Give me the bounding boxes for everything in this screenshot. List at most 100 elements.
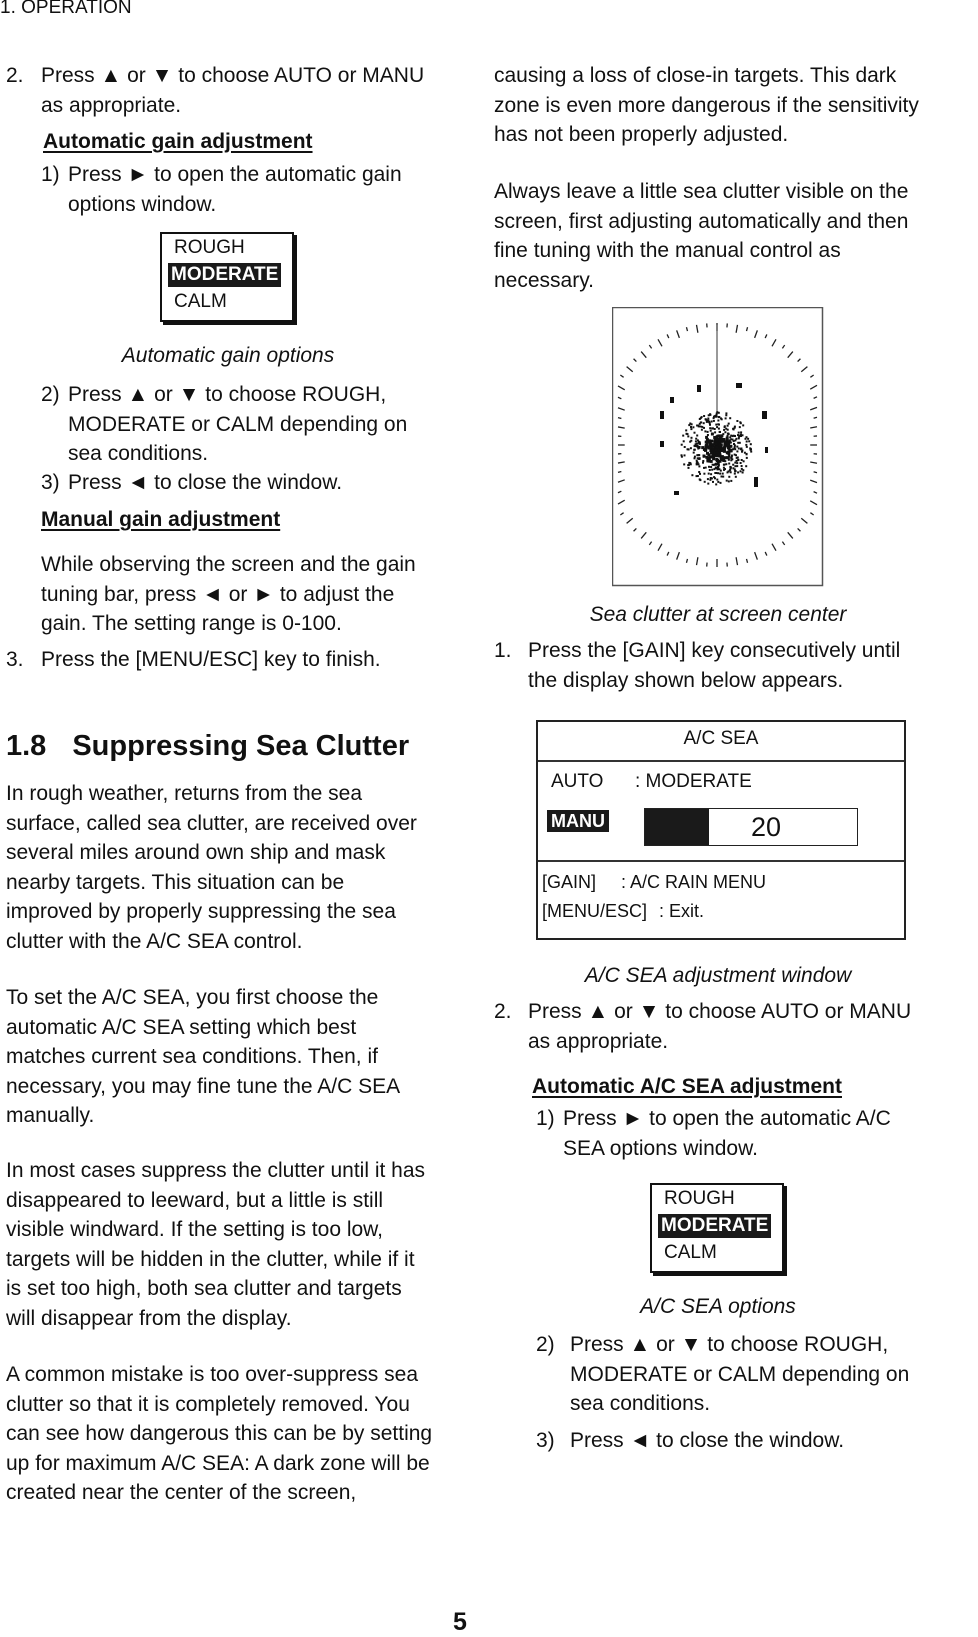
clutter-pixel bbox=[683, 440, 685, 442]
section-title: Suppressing Sea Clutter bbox=[72, 730, 409, 762]
clutter-pixel bbox=[713, 468, 715, 470]
clutter-pixel bbox=[722, 473, 724, 475]
clutter-pixel bbox=[726, 480, 728, 482]
clutter-pixel bbox=[709, 424, 711, 426]
clutter-pixel bbox=[702, 462, 704, 464]
clutter-pixel bbox=[728, 459, 730, 461]
clutter-pixel bbox=[683, 463, 685, 465]
clutter-pixel bbox=[726, 437, 729, 440]
clutter-pixel bbox=[715, 424, 717, 426]
clutter-pixel bbox=[703, 473, 705, 475]
clutter-pixel bbox=[714, 472, 716, 474]
clutter-pixel bbox=[690, 426, 692, 428]
clutter-pixel bbox=[720, 417, 722, 419]
paragraph-3: In most cases suppress the clutter until… bbox=[6, 1156, 425, 1333]
clutter-pixel bbox=[729, 417, 731, 419]
clutter-pixel bbox=[690, 428, 692, 430]
text-line: Press the [GAIN] key consecutively until bbox=[528, 636, 900, 666]
clutter-pixel bbox=[742, 424, 744, 426]
text-line: created near the center of the screen, bbox=[6, 1478, 432, 1508]
clutter-pixel bbox=[703, 422, 705, 424]
clutter-pixel bbox=[741, 451, 743, 453]
clutter-pixel bbox=[711, 427, 713, 429]
clutter-pixel bbox=[696, 425, 698, 427]
right-step-2-number: 2. bbox=[494, 997, 512, 1027]
clutter-pixel bbox=[715, 442, 718, 445]
clutter-pixel bbox=[709, 469, 711, 471]
clutter-pixel bbox=[698, 471, 700, 473]
clutter-pixel bbox=[743, 460, 745, 462]
clutter-pixel bbox=[730, 480, 732, 482]
clutter-pixel bbox=[740, 470, 742, 472]
target-echo bbox=[670, 397, 674, 403]
clutter-pixel bbox=[701, 426, 703, 428]
text-line: has not been properly adjusted. bbox=[494, 120, 919, 150]
paragraph-4: A common mistake is too over-suppress se… bbox=[6, 1360, 432, 1508]
text-line: manually. bbox=[6, 1101, 400, 1131]
clutter-pixel bbox=[710, 473, 712, 475]
clutter-pixel bbox=[701, 446, 704, 449]
clutter-pixel bbox=[717, 481, 719, 483]
auto-mode-value: : MODERATE bbox=[635, 771, 752, 793]
clutter-pixel bbox=[728, 480, 730, 482]
text-line: visible windward. If the setting is too … bbox=[6, 1215, 425, 1245]
text-line: Press ▲ or ▼ to choose AUTO or MANU bbox=[528, 997, 911, 1027]
clutter-pixel bbox=[732, 467, 734, 469]
text-line: the display shown below appears. bbox=[528, 666, 900, 696]
text-line: Always leave a little sea clutter visibl… bbox=[494, 177, 908, 207]
divider bbox=[538, 860, 904, 862]
target-echo bbox=[697, 385, 701, 392]
right-step-1-number: 1. bbox=[494, 636, 512, 666]
text-line: Press ▲ or ▼ to choose ROUGH, bbox=[68, 380, 407, 410]
clutter-pixel bbox=[727, 471, 729, 473]
clutter-pixel bbox=[718, 453, 721, 456]
step-2-text: Press ▲ or ▼ to choose AUTO or MANU as a… bbox=[41, 61, 424, 120]
clutter-pixel bbox=[738, 432, 740, 434]
right-step-2-text: Press ▲ or ▼ to choose AUTO or MANU as a… bbox=[528, 997, 911, 1056]
clutter-pixel bbox=[727, 425, 729, 427]
clutter-pixel bbox=[734, 462, 736, 464]
text-line: In rough weather, returns from the sea bbox=[6, 779, 417, 809]
option-calm[interactable]: CALM bbox=[174, 290, 227, 314]
clutter-pixel bbox=[727, 446, 730, 449]
clutter-pixel bbox=[714, 448, 717, 451]
option-rough[interactable]: ROUGH bbox=[174, 236, 245, 260]
clutter-pixel bbox=[730, 471, 732, 473]
clutter-pixel bbox=[706, 452, 709, 455]
clutter-pixel bbox=[684, 446, 686, 448]
clutter-pixel bbox=[695, 438, 697, 440]
auto-sea-step-3-text: Press ◄ to close the window. bbox=[570, 1426, 844, 1456]
clutter-pixel bbox=[681, 454, 683, 456]
clutter-pixel bbox=[697, 443, 699, 445]
clutter-pixel bbox=[713, 420, 715, 422]
manual-level-bar[interactable]: 20 bbox=[644, 808, 858, 846]
clutter-pixel bbox=[750, 443, 752, 445]
clutter-pixel bbox=[708, 414, 710, 416]
gain-options-window: ROUGH MODERATE CALM bbox=[160, 232, 294, 322]
option-calm[interactable]: CALM bbox=[664, 1241, 717, 1265]
clutter-pixel bbox=[698, 463, 700, 465]
radar-clutter-figure bbox=[612, 307, 824, 587]
clutter-pixel bbox=[701, 429, 703, 431]
clutter-pixel bbox=[737, 459, 739, 461]
option-moderate-selected[interactable]: MODERATE bbox=[168, 263, 281, 287]
clutter-pixel bbox=[724, 431, 726, 433]
clutter-pixel bbox=[710, 466, 712, 468]
target-echo bbox=[762, 411, 767, 419]
auto-sea-step-2-text: Press ▲ or ▼ to choose ROUGH, MODERATE o… bbox=[570, 1330, 909, 1419]
clutter-pixel bbox=[708, 420, 710, 422]
auto-mode-label[interactable]: AUTO bbox=[551, 771, 603, 793]
auto-gain-step-2-text: Press ▲ or ▼ to choose ROUGH, MODERATE o… bbox=[68, 380, 407, 469]
option-moderate-selected[interactable]: MODERATE bbox=[658, 1214, 771, 1238]
manu-mode-label-selected[interactable]: MANU bbox=[547, 810, 609, 832]
window-title: A/C SEA bbox=[538, 728, 904, 750]
option-rough[interactable]: ROUGH bbox=[664, 1187, 735, 1211]
clutter-pixel bbox=[698, 454, 700, 456]
manual-gain-heading: Manual gain adjustment bbox=[41, 505, 280, 535]
text-line: as appropriate. bbox=[528, 1027, 911, 1057]
clutter-pixel bbox=[708, 473, 710, 475]
clutter-pixel bbox=[745, 444, 747, 446]
clutter-pixel bbox=[740, 448, 742, 450]
text-line: Press ► to open the automatic gain bbox=[68, 160, 402, 190]
clutter-pixel bbox=[729, 436, 731, 438]
